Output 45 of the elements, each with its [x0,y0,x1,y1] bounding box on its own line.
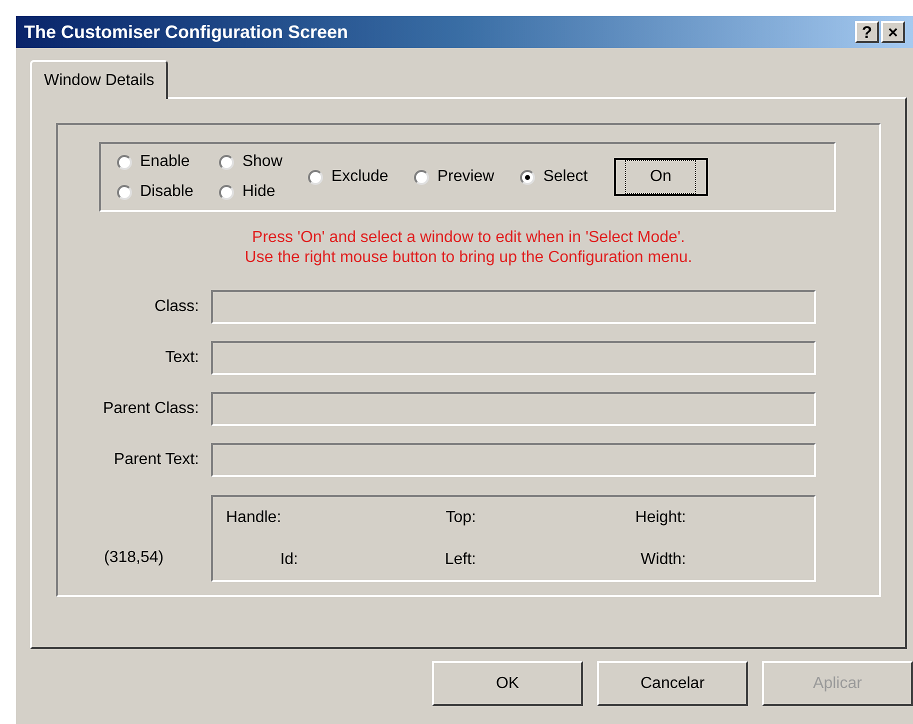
hint-text: Use the right mouse button to bring up the Configuration menu. [244,248,692,268]
info-label: Handle: [225,508,282,528]
hint-text: Press 'On' and select a window to edit when in 'Select Mode'. [252,228,685,248]
info-label: Left: [444,550,476,570]
radio-label: Show [242,152,282,172]
radio-option[interactable]: Exclude [308,165,388,189]
field-label: Class: [154,297,200,317]
field-label: Parent Class: [102,399,200,419]
radio-label: Preview [437,167,494,187]
title-bar-button[interactable]: ? [855,21,879,43]
info-label: Id: [279,550,298,570]
info-label: Width: [640,550,686,570]
position-text: (318,54) [103,548,165,568]
radio-option[interactable]: Hide [219,180,282,204]
radio-label: Enable [140,152,190,172]
radio-option[interactable]: Disable [117,180,194,204]
radio-option[interactable]: Show [219,150,282,174]
input-field[interactable] [211,392,816,426]
window-title: The Customiser Configuration Screen [24,20,348,44]
radio-button[interactable] [117,154,132,170]
radio-button[interactable] [308,170,324,184]
input-field[interactable] [211,443,816,477]
radio-label: Select [543,167,588,187]
dialog-button[interactable]: Cancelar [597,661,748,706]
title-bar-button[interactable]: × [881,21,905,43]
input-field[interactable] [211,290,816,324]
radio-label: Exclude [331,167,388,187]
radio-label: Hide [242,182,276,202]
radio-button[interactable] [117,184,132,200]
input-field[interactable] [211,341,816,375]
field-label: Text: [164,348,200,368]
radio-option[interactable]: Select [520,165,588,189]
info-label: Top: [444,508,476,528]
dialog-button[interactable]: OK [432,661,583,706]
tab[interactable]: Window Details [30,60,168,99]
radio-option[interactable]: Enable [117,150,194,174]
radio-button[interactable] [219,154,234,170]
field-label: Parent Text: [112,450,200,470]
info-label: Height: [634,508,686,528]
radio-option[interactable]: Preview [414,165,494,189]
radio-button[interactable] [414,170,430,184]
on-button[interactable]: On [614,158,708,196]
radio-button[interactable] [520,170,536,184]
radio-button[interactable] [219,184,234,200]
radio-label: Disable [140,182,194,202]
